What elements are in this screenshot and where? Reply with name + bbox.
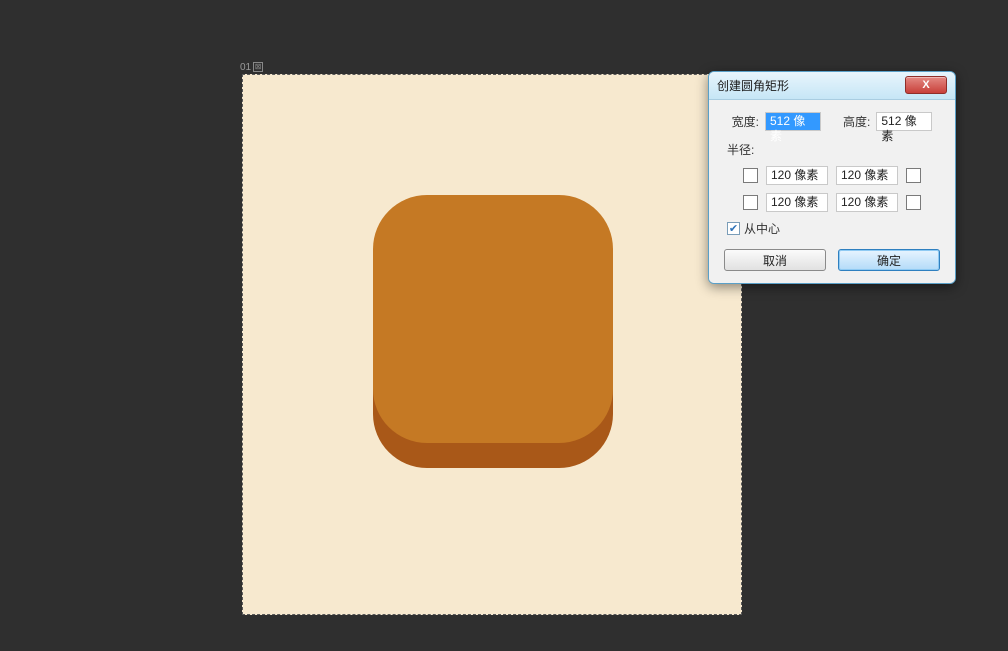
document-tab[interactable]: 01 ⊠ [240,60,263,74]
width-label: 宽度: [732,113,759,130]
dialog-titlebar[interactable]: 创建圆角矩形 X [709,72,955,100]
radius-row-top: 120 像素 120 像素 [721,166,943,185]
ok-button[interactable]: 确定 [838,249,940,271]
corner-top-left-icon[interactable] [743,168,758,183]
height-label: 高度: [843,113,870,130]
radius-top-right-input[interactable]: 120 像素 [836,166,898,185]
width-input[interactable]: 512 像素 [765,112,821,131]
create-rounded-rect-dialog: 创建圆角矩形 X 宽度: 512 像素 高度: 512 像素 半径: 120 像… [708,71,956,284]
radius-row-bottom: 120 像素 120 像素 [721,193,943,212]
radius-bottom-right-input[interactable]: 120 像素 [836,193,898,212]
close-icon[interactable]: ⊠ [253,62,263,72]
dialog-buttons: 取消 确定 [721,249,943,271]
dialog-title: 创建圆角矩形 [717,77,789,94]
ok-button-label: 确定 [877,252,901,269]
size-row: 宽度: 512 像素 高度: 512 像素 [721,112,943,131]
from-center-row: ✔ 从中心 [727,220,943,237]
canvas[interactable] [242,74,742,615]
from-center-label: 从中心 [744,220,780,237]
from-center-checkbox[interactable]: ✔ [727,222,740,235]
dialog-body: 宽度: 512 像素 高度: 512 像素 半径: 120 像素 120 像素 … [709,100,955,283]
corner-top-right-icon[interactable] [906,168,921,183]
radius-top-left-input[interactable]: 120 像素 [766,166,828,185]
cancel-button-label: 取消 [763,252,787,269]
close-button[interactable]: X [905,76,947,94]
close-icon: X [922,79,929,91]
document-area: 01 ⊠ [242,60,742,615]
cancel-button[interactable]: 取消 [724,249,826,271]
radius-bottom-left-input[interactable]: 120 像素 [766,193,828,212]
radius-label: 半径: [727,141,943,158]
corner-bottom-left-icon[interactable] [743,195,758,210]
document-tab-label: 01 [240,62,251,73]
height-input[interactable]: 512 像素 [876,112,932,131]
corner-bottom-right-icon[interactable] [906,195,921,210]
rounded-rect-shape[interactable] [373,195,613,443]
